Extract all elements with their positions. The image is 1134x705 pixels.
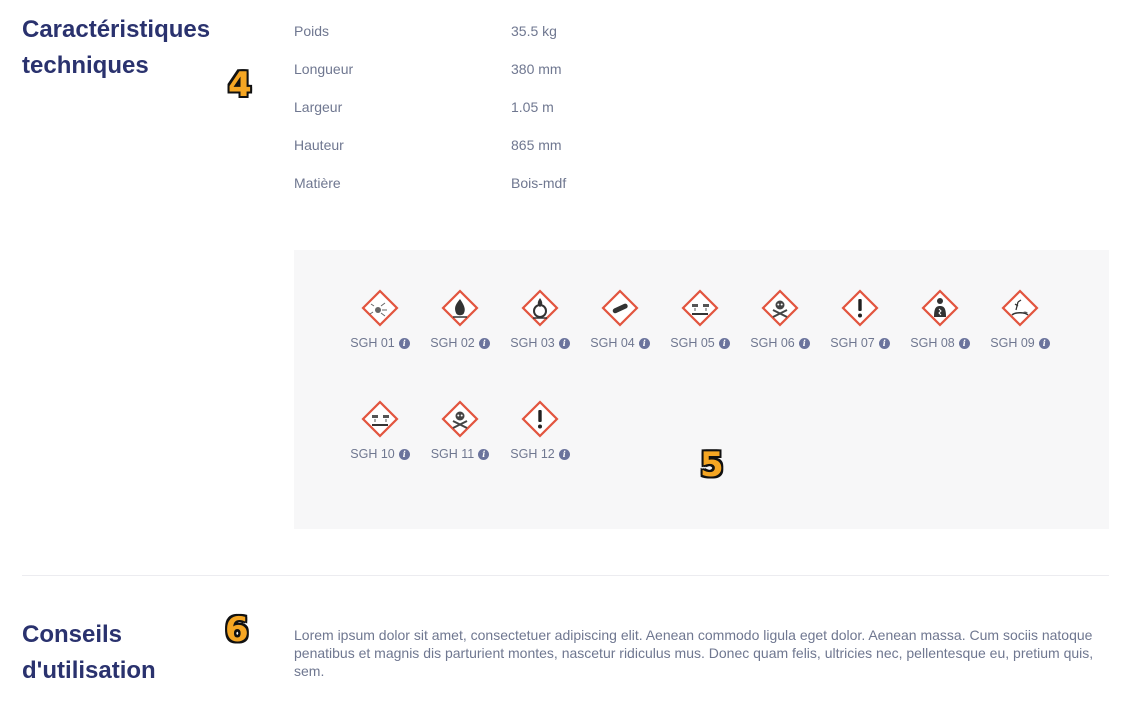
hazard-code-label: SGH 10 i (340, 447, 420, 461)
info-icon[interactable]: i (1038, 338, 1050, 349)
info-icon[interactable]: i (478, 449, 490, 460)
hazard-pictogram-item: SGH 07 i (820, 288, 900, 368)
hazard-code-label: SGH 08 i (900, 336, 980, 350)
spec-value: Bois-mdf (511, 175, 567, 191)
info-icon[interactable]: i (878, 338, 890, 349)
hazard-pictogram-item: SGH 09 i (980, 288, 1060, 368)
annotation-marker-5: 5 (700, 445, 724, 485)
hazard-code-label: SGH 11 i (420, 447, 500, 461)
spec-label: Matière (294, 175, 341, 191)
hazard-code-text: SGH 04 (590, 336, 635, 350)
gas-cylinder-icon (600, 288, 640, 328)
hazard-code-label: SGH 01 i (340, 336, 420, 350)
hazard-pictogram-item: SGH 02 i (420, 288, 500, 368)
spec-label: Poids (294, 23, 330, 39)
hazard-code-label: SGH 09 i (980, 336, 1060, 350)
flame-over-circle-icon (520, 288, 560, 328)
hazard-code-text: SGH 01 (350, 336, 395, 350)
hazard-pictogram-item: SGH 12 i (500, 399, 580, 479)
hazard-pictogram-item: SGH 08 i (900, 288, 980, 368)
hazard-pictogram-item: SGH 04 i (580, 288, 660, 368)
technical-specs-title: Caractéristiques techniques (22, 16, 211, 79)
hazard-code-label: SGH 04 i (580, 336, 660, 350)
hazard-code-text: SGH 12 (510, 447, 555, 461)
usage-advice-text: Lorem ipsum dolor sit amet, consectetuer… (294, 627, 1094, 679)
info-icon[interactable]: i (398, 338, 410, 349)
hazard-pictograms-panel: SGH 01 i SGH 02 i SGH 03 i SGH 04 i SGH 05 i SGH 0… (294, 250, 1109, 529)
info-icon[interactable]: i (638, 338, 650, 349)
spec-label: Largeur (294, 99, 343, 115)
info-icon[interactable]: i (398, 449, 410, 460)
exploding-bomb-icon (360, 288, 400, 328)
corrosion-icon (680, 288, 720, 328)
hazard-code-text: SGH 02 (430, 336, 475, 350)
section-divider (22, 575, 1109, 576)
hazard-pictogram-item: SGH 06 i (740, 288, 820, 368)
flame-icon (440, 288, 480, 328)
spec-value: 380 mm (511, 61, 562, 77)
hazard-pictogram-item: SGH 01 i (340, 288, 420, 368)
hazard-code-label: SGH 02 i (420, 336, 500, 350)
hazard-code-text: SGH 10 (350, 447, 395, 461)
hazard-code-text: SGH 07 (830, 336, 875, 350)
hazard-pictogram-item: SGH 05 i (660, 288, 740, 368)
hazard-code-text: SGH 08 (910, 336, 955, 350)
info-icon[interactable]: i (718, 338, 730, 349)
hazard-pictogram-item: SGH 10 i (340, 399, 420, 479)
hazard-pictogram-item: SGH 11 i (420, 399, 500, 479)
hazard-code-text: SGH 06 (750, 336, 795, 350)
hazard-code-text: SGH 09 (990, 336, 1035, 350)
info-icon[interactable]: i (558, 449, 570, 460)
corrosion-icon (360, 399, 400, 439)
spec-value: 1.05 m (511, 99, 554, 115)
hazard-pictogram-item: SGH 03 i (500, 288, 580, 368)
hazard-code-label: SGH 07 i (820, 336, 900, 350)
annotation-marker-6: 6 (225, 610, 249, 650)
environment-icon (1000, 288, 1040, 328)
annotation-marker-4: 4 (228, 65, 252, 105)
exclamation-mark-icon (520, 399, 560, 439)
info-icon[interactable]: i (798, 338, 810, 349)
hazard-code-label: SGH 06 i (740, 336, 820, 350)
info-icon[interactable]: i (478, 338, 490, 349)
spec-value: 35.5 kg (511, 23, 557, 39)
skull-crossbones-icon (760, 288, 800, 328)
spec-value: 865 mm (511, 137, 562, 153)
spec-label: Hauteur (294, 137, 344, 153)
hazard-code-label: SGH 05 i (660, 336, 740, 350)
hazard-code-label: SGH 03 i (500, 336, 580, 350)
spec-label: Longueur (294, 61, 354, 77)
info-icon[interactable]: i (958, 338, 970, 349)
hazard-code-text: SGH 11 (430, 447, 475, 461)
health-hazard-icon (920, 288, 960, 328)
info-icon[interactable]: i (558, 338, 570, 349)
hazard-code-label: SGH 12 i (500, 447, 580, 461)
hazard-code-text: SGH 03 (510, 336, 555, 350)
usage-advice-title: Conseils d'utilisation (22, 621, 156, 684)
skull-crossbones-icon (440, 399, 480, 439)
hazard-code-text: SGH 05 (670, 336, 715, 350)
exclamation-mark-icon (840, 288, 880, 328)
